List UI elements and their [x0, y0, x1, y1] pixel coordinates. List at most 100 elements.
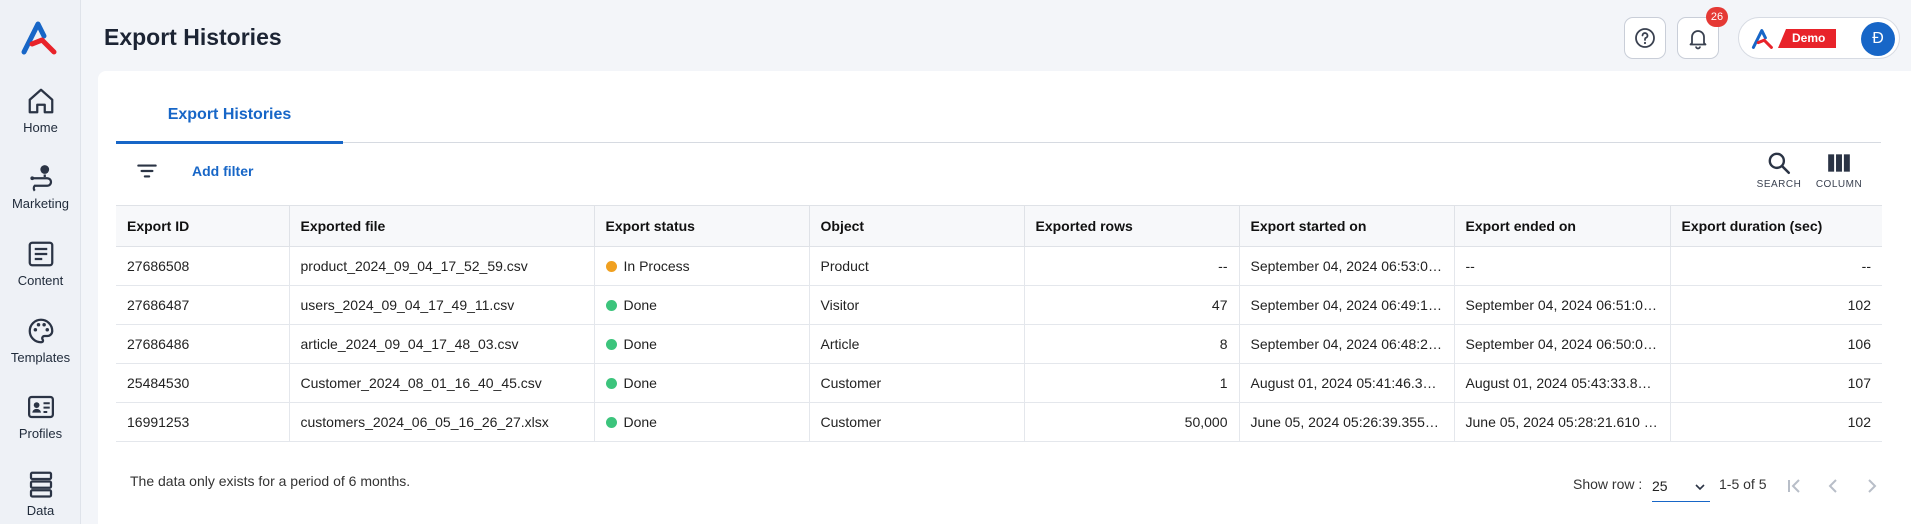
export-started-cell: September 04, 2024 06:48:21.000 PM — [1239, 324, 1455, 364]
export-id-cell: 27686508 — [116, 246, 290, 286]
chevron-down-icon — [1695, 484, 1705, 491]
exported-rows-cell: -- — [1024, 246, 1240, 286]
retention-note: The data only exists for a period of 6 m… — [130, 473, 411, 489]
export-duration-cell: 107 — [1670, 363, 1882, 403]
help-icon — [1635, 28, 1655, 48]
sidebar-item-marketing[interactable]: Marketing — [0, 162, 81, 226]
tab-bar: Export Histories — [116, 71, 1881, 144]
export-ended-cell: September 04, 2024 06:51:00.000 PM — [1454, 285, 1671, 325]
exported-file-cell: Customer_2024_08_01_16_40_45.csv — [289, 363, 595, 403]
home-icon — [28, 88, 53, 114]
sidebar-item-label: Home — [23, 120, 58, 135]
status-dot-icon — [605, 300, 617, 311]
export-duration-cell: 102 — [1670, 402, 1882, 442]
column-header[interactable]: Object — [809, 205, 1025, 247]
status-dot-icon — [605, 378, 617, 389]
sidebar-item-label: Data — [26, 503, 55, 518]
export-status-cell: In Process — [594, 246, 810, 286]
column-header[interactable]: Exported file — [289, 205, 595, 247]
object-cell: Article — [809, 324, 1025, 364]
table-row[interactable]: 25484530 Customer_2024_08_01_16_40_45.csv… — [116, 363, 1882, 403]
object-cell: Customer — [809, 402, 1025, 442]
help-button[interactable] — [1624, 17, 1666, 59]
app-logo[interactable] — [20, 18, 60, 58]
active-tab-indicator — [116, 141, 343, 144]
object-cell: Customer — [809, 363, 1025, 403]
first-page-icon — [1788, 479, 1800, 493]
environment-badge: Demo — [1778, 29, 1836, 48]
pagination-range: 1-5 of 5 — [1719, 476, 1767, 492]
export-status-cell: Done — [594, 324, 810, 364]
sidebar-item-label: Content — [17, 273, 64, 288]
object-cell: Product — [809, 246, 1025, 286]
export-duration-cell: 102 — [1670, 285, 1882, 325]
export-duration-cell: 106 — [1670, 324, 1882, 364]
column-header[interactable]: Export started on — [1239, 205, 1455, 247]
search-button-label: SEARCH — [1756, 179, 1802, 190]
table-row[interactable]: 27686508 product_2024_09_04_17_52_59.csv I… — [116, 246, 1882, 286]
bell-icon — [1689, 30, 1707, 50]
column-button-label: COLUMN — [1815, 179, 1863, 190]
column-header[interactable]: Export duration (sec) — [1670, 205, 1882, 247]
status-text: Done — [623, 375, 657, 391]
page-title: Export Histories — [104, 24, 282, 50]
sidebar-item-home[interactable]: Home — [0, 86, 81, 150]
column-button[interactable]: COLUMN — [1813, 150, 1865, 190]
app-logo-small — [1751, 29, 1773, 49]
marketing-icon — [29, 165, 52, 192]
export-status-cell: Done — [594, 285, 810, 325]
export-ended-cell: -- — [1454, 246, 1671, 286]
exported-rows-cell: 1 — [1024, 363, 1240, 403]
sidebar-item-label: Profiles — [18, 426, 63, 441]
previous-page-button[interactable] — [1821, 474, 1845, 498]
sidebar-item-content[interactable]: Content — [0, 239, 81, 303]
palette-icon — [28, 318, 53, 344]
export-status-cell: Done — [594, 363, 810, 403]
next-page-button[interactable] — [1860, 474, 1884, 498]
export-id-cell: 25484530 — [116, 363, 290, 403]
rows-per-page-select[interactable]: 25 — [1652, 476, 1710, 502]
export-started-cell: August 01, 2024 05:41:46.385 PM — [1239, 363, 1455, 403]
content-icon — [28, 241, 53, 267]
filter-row: Add filter — [134, 158, 253, 184]
chevron-right-icon — [1868, 479, 1877, 493]
table-row[interactable]: 27686486 article_2024_09_04_17_48_03.csv D… — [116, 324, 1882, 364]
sidebar-item-data[interactable]: Data — [0, 469, 81, 524]
sidebar-item-templates[interactable]: Templates — [0, 316, 81, 380]
notification-count-badge: 26 — [1706, 7, 1728, 27]
avatar[interactable]: Đ — [1861, 22, 1895, 56]
first-page-button[interactable] — [1782, 474, 1806, 498]
column-header[interactable]: Export ID — [116, 205, 290, 247]
export-id-cell: 27686486 — [116, 324, 290, 364]
account-menu[interactable]: Demo Đ — [1738, 17, 1900, 59]
export-id-cell: 16991253 — [116, 402, 290, 442]
table-row[interactable]: 16991253 customers_2024_06_05_16_26_27.xl… — [116, 402, 1882, 442]
status-dot-icon — [605, 417, 617, 428]
show-row-label: Show row : — [1573, 476, 1643, 492]
table-row[interactable]: 27686487 users_2024_09_04_17_49_11.csv Don… — [116, 285, 1882, 325]
status-dot-icon — [605, 339, 617, 350]
status-text: Done — [623, 297, 657, 313]
column-header[interactable]: Export status — [594, 205, 810, 247]
tab-export-histories[interactable]: Export Histories — [116, 97, 343, 144]
status-text: In Process — [623, 258, 690, 274]
rows-per-page-value: 25 — [1652, 478, 1668, 494]
column-header[interactable]: Exported rows — [1024, 205, 1240, 247]
columns-icon — [1828, 154, 1850, 172]
sidebar-item-label: Templates — [10, 350, 71, 365]
search-button[interactable]: SEARCH — [1753, 150, 1805, 190]
export-duration-cell: -- — [1670, 246, 1882, 286]
exported-rows-cell: 8 — [1024, 324, 1240, 364]
exported-file-cell: product_2024_09_04_17_52_59.csv — [289, 246, 595, 286]
column-header[interactable]: Export ended on — [1454, 205, 1671, 247]
exported-file-cell: users_2024_09_04_17_49_11.csv — [289, 285, 595, 325]
add-filter-link[interactable]: Add filter — [192, 163, 253, 179]
export-started-cell: September 04, 2024 06:53:01.000 PM — [1239, 246, 1455, 286]
database-icon — [29, 471, 52, 498]
export-ended-cell: August 01, 2024 05:43:33.845 PM — [1454, 363, 1671, 403]
sidebar-item-profiles[interactable]: Profiles — [0, 392, 81, 456]
search-icon — [1768, 152, 1791, 175]
filter-icon[interactable] — [134, 158, 160, 184]
status-dot-icon — [605, 261, 617, 272]
chevron-left-icon — [1828, 479, 1837, 493]
